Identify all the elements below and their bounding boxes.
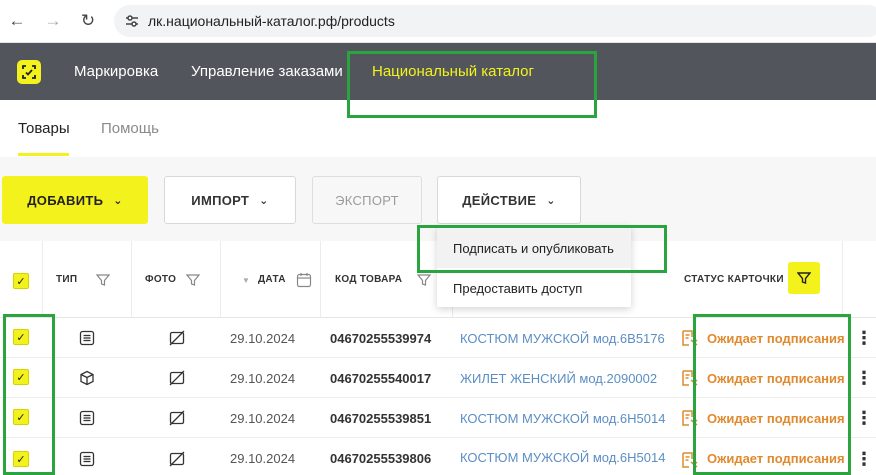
active-tab-indicator xyxy=(18,153,69,156)
filter-icon[interactable] xyxy=(96,273,110,287)
menu-item-marking[interactable]: Маркировка xyxy=(74,63,158,80)
row-product-name-link[interactable]: КОСТЮМ МУЖСКОЙ мод.6В5176 xyxy=(460,331,682,346)
row-checkbox[interactable]: ✓ xyxy=(13,369,29,385)
row-code: 04670255539974 xyxy=(330,331,432,346)
pending-signature-icon xyxy=(682,370,698,386)
row-product-name-link[interactable]: КОСТЮМ МУЖСКОЙ мод.6Н5014 xyxy=(460,450,682,465)
row-code: 04670255539806 xyxy=(330,451,432,466)
pending-signature-icon xyxy=(682,410,698,426)
status-filter-button[interactable] xyxy=(788,262,820,294)
tab-products[interactable]: Товары xyxy=(18,120,70,137)
add-button-label: ДОБАВИТЬ xyxy=(27,192,104,208)
row-date: 29.10.2024 xyxy=(230,331,296,346)
row-product-name-link[interactable]: КОСТЮМ МУЖСКОЙ мод.6Н5014 xyxy=(460,411,682,426)
row-code: 04670255539851 xyxy=(330,411,432,426)
add-button[interactable]: ДОБАВИТЬ ⌄ xyxy=(2,176,148,224)
reload-icon[interactable]: ↻ xyxy=(77,10,99,32)
import-button-label: ИМПОРТ xyxy=(191,192,250,208)
import-button[interactable]: ИМПОРТ ⌄ xyxy=(164,176,296,224)
app-logo[interactable] xyxy=(17,60,41,84)
no-photo-icon xyxy=(169,330,185,346)
sort-desc-icon[interactable]: ▼ xyxy=(242,276,250,285)
row-status: Ожидает подписания xyxy=(707,371,845,386)
subtabs: Товары Помощь xyxy=(0,100,876,157)
action-dropdown-menu: Подписать и опубликовать Предоставить до… xyxy=(437,226,631,307)
back-arrow-icon[interactable]: ← xyxy=(6,10,28,32)
select-all-checkbox[interactable]: ✓ xyxy=(13,273,29,289)
pending-signature-icon xyxy=(682,330,698,346)
column-header-type: ТИП xyxy=(56,274,78,285)
more-vert-icon[interactable]: ⋮ xyxy=(855,328,873,349)
row-checkbox[interactable]: ✓ xyxy=(13,409,29,425)
row-date: 29.10.2024 xyxy=(230,451,296,466)
tab-help[interactable]: Помощь xyxy=(101,120,159,137)
column-header-photo: ФОТО xyxy=(145,274,177,285)
address-bar[interactable]: лк.национальный-каталог.рф/products xyxy=(114,5,876,37)
table-row[interactable]: ✓ 29.10.2024 04670255539851 КОСТЮМ МУЖСК… xyxy=(0,398,876,438)
more-vert-icon[interactable]: ⋮ xyxy=(855,408,873,429)
chevron-down-icon: ⌄ xyxy=(113,194,123,207)
action-button[interactable]: ДЕЙСТВИЕ ⌄ xyxy=(437,176,581,224)
row-code: 04670255540017 xyxy=(330,371,432,386)
chevron-down-icon: ⌄ xyxy=(546,194,556,207)
row-checkbox[interactable]: ✓ xyxy=(13,451,29,467)
menu-item-sign-and-publish[interactable]: Подписать и опубликовать xyxy=(437,228,631,268)
column-header-code: КОД ТОВАРА xyxy=(335,274,403,285)
filter-icon xyxy=(797,272,811,284)
column-header-date: ДАТА xyxy=(258,274,286,285)
export-button-label: ЭКСПОРТ xyxy=(335,192,399,208)
row-product-name-link[interactable]: ЖИЛЕТ ЖЕНСКИЙ мод.2090002 xyxy=(460,371,682,386)
chevron-down-icon: ⌄ xyxy=(259,194,269,207)
browser-bar: ← → ↻ лк.национальный-каталог.рф/product… xyxy=(0,0,876,43)
no-photo-icon xyxy=(169,410,185,426)
export-button[interactable]: ЭКСПОРТ xyxy=(312,176,422,224)
row-date: 29.10.2024 xyxy=(230,411,296,426)
url-text: лк.национальный-каталог.рф/products xyxy=(148,13,395,29)
row-status: Ожидает подписания xyxy=(707,411,845,426)
action-button-label: ДЕЙСТВИЕ xyxy=(462,192,537,208)
calendar-icon[interactable] xyxy=(296,272,312,288)
forward-arrow-icon[interactable]: → xyxy=(42,10,64,32)
more-vert-icon[interactable]: ⋮ xyxy=(855,368,873,389)
logo-icon xyxy=(22,65,36,79)
row-date: 29.10.2024 xyxy=(230,371,296,386)
app-header: Маркировка Управление заказами Националь… xyxy=(0,43,876,100)
no-photo-icon xyxy=(169,370,185,386)
filter-icon[interactable] xyxy=(186,273,200,287)
box-icon xyxy=(80,370,94,386)
row-checkbox[interactable]: ✓ xyxy=(13,329,29,345)
table-row[interactable]: ✓ 29.10.2024 04670255539806 КОСТЮМ МУЖСК… xyxy=(0,438,876,475)
row-status: Ожидает подписания xyxy=(707,331,845,346)
menu-item-national-catalog[interactable]: Национальный каталог xyxy=(372,63,534,80)
list-icon xyxy=(79,410,95,426)
pending-signature-icon xyxy=(682,452,698,468)
list-icon xyxy=(79,330,95,346)
more-vert-icon[interactable]: ⋮ xyxy=(855,449,873,470)
table-row[interactable]: ✓ 29.10.2024 04670255539974 КОСТЮМ МУЖСК… xyxy=(0,318,876,358)
filter-icon[interactable] xyxy=(417,273,431,287)
menu-item-grant-access[interactable]: Предоставить доступ xyxy=(437,268,631,308)
table-row[interactable]: ✓ 29.10.2024 04670255540017 ЖИЛЕТ ЖЕНСКИ… xyxy=(0,358,876,398)
menu-item-orders[interactable]: Управление заказами xyxy=(191,63,343,80)
list-icon xyxy=(79,451,95,467)
site-settings-icon[interactable] xyxy=(124,13,140,29)
column-header-status: СТАТУС КАРТОЧКИ xyxy=(684,274,784,285)
row-status: Ожидает подписания xyxy=(707,451,845,466)
no-photo-icon xyxy=(169,451,185,467)
